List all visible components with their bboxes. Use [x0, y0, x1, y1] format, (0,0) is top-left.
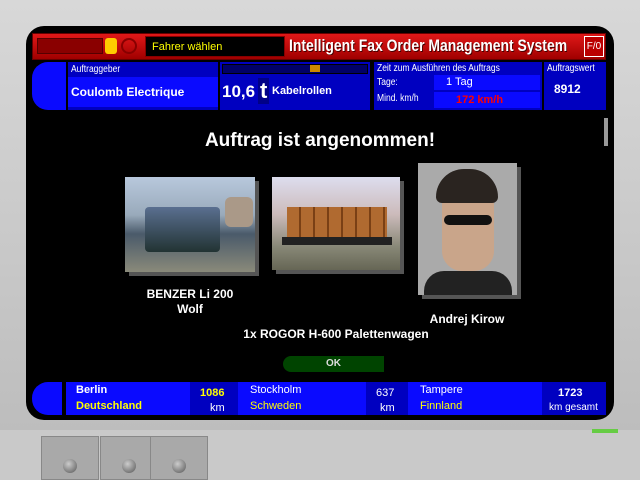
- hardware-button-1[interactable]: [41, 436, 99, 480]
- trailer-photo[interactable]: [272, 177, 400, 270]
- cargo-type-icons[interactable]: [222, 64, 368, 74]
- via-country: Schweden: [250, 400, 302, 412]
- client-name: Coulomb Electrique: [71, 85, 185, 99]
- driver-select-field[interactable]: Fahrer wählen: [145, 36, 285, 57]
- time-label: Zeit zum Ausführen des Auftrags: [377, 63, 500, 74]
- client-label: Auftraggeber: [71, 64, 121, 75]
- truck-nickname: Wolf: [177, 302, 203, 316]
- value-panel: Auftragswert 8912: [544, 62, 606, 110]
- fo-button[interactable]: F/0: [584, 36, 604, 57]
- truck-name: BENZER Li 200: [146, 287, 234, 301]
- bar-cap: [32, 62, 66, 110]
- client-panel: Auftraggeber Coulomb Electrique: [68, 62, 218, 110]
- knob-icon: [172, 459, 186, 473]
- order-value: 8912: [554, 82, 581, 96]
- confirmation-heading: Auftrag ist angenommen!: [204, 130, 436, 151]
- truck-photo[interactable]: [125, 177, 255, 272]
- via-city: Stockholm: [250, 384, 302, 396]
- bar-cap: [32, 382, 62, 415]
- route-bar: Berlin Deutschland 1086 km Stockholm Sch…: [32, 382, 606, 415]
- cargo-panel: 10,6 t Kabelrollen: [220, 62, 370, 110]
- truck-icon[interactable]: [37, 38, 103, 54]
- days-value: 1 Tag: [446, 76, 473, 88]
- value-label: Auftragswert: [547, 63, 595, 74]
- distance-1-unit: km: [210, 402, 225, 414]
- route-background: [66, 382, 606, 415]
- total-distance: 1723: [558, 387, 583, 399]
- to-country: Finnland: [420, 400, 463, 412]
- distance-2-unit: km: [380, 402, 395, 414]
- days-box: 1 Tag: [434, 75, 540, 90]
- time-panel: Zeit zum Ausführen des Auftrags Tage: 1 …: [374, 62, 542, 110]
- knob-icon: [122, 459, 136, 473]
- distance-2: 637: [376, 387, 395, 399]
- speed-label: Mind. km/h: [377, 93, 419, 104]
- cable-reel-icon[interactable]: [310, 65, 320, 72]
- weight-unit: t: [258, 78, 270, 104]
- cargo-name: Kabelrollen: [272, 85, 332, 97]
- cargo-weight: 10,6: [222, 82, 256, 101]
- to-city: Tampere: [420, 384, 463, 396]
- driver-name: Andrej Kirow: [429, 312, 505, 326]
- distance-1: 1086: [200, 387, 225, 399]
- title-bar: Fahrer wählen Intelligent Fax Order Mana…: [32, 33, 606, 60]
- driver-icon[interactable]: [105, 38, 117, 54]
- order-info-bar: Auftraggeber Coulomb Electrique 10,6 t K…: [32, 62, 606, 110]
- from-country: Deutschland: [76, 400, 143, 412]
- days-label: Tage:: [377, 77, 398, 88]
- hardware-button-3[interactable]: [150, 436, 208, 480]
- speed-box: 172 km/h: [434, 92, 540, 108]
- driver-photo[interactable]: [418, 163, 517, 295]
- speed-value: 172 km/h: [456, 94, 504, 106]
- app-title: Intelligent Fax Order Management System: [289, 36, 568, 55]
- from-city: Berlin: [76, 384, 108, 396]
- status-led: [592, 429, 618, 433]
- trailer-name: 1x ROGOR H-600 Palettenwagen: [243, 327, 429, 341]
- ok-button[interactable]: OK: [283, 356, 384, 372]
- clock-icon[interactable]: [121, 38, 137, 54]
- total-distance-unit: km gesamt: [549, 402, 598, 413]
- knob-icon: [63, 459, 77, 473]
